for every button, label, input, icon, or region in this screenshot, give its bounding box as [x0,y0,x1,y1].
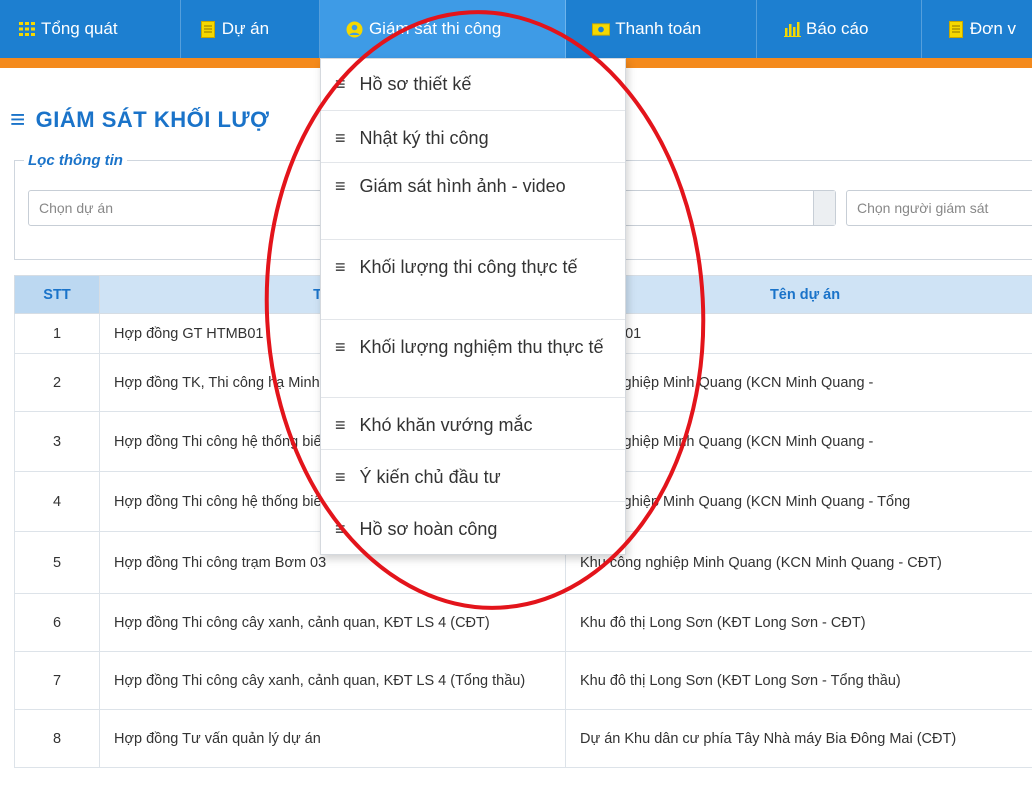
supervisor-select-placeholder: Chọn người giám sát [857,200,989,216]
nav-du-an[interactable]: Dự án [181,0,320,58]
row-stt: 6 [14,593,100,652]
nav-bao-cao[interactable]: Báo cáo [757,0,923,58]
list-icon: ≡ [335,519,346,539]
row-contract-name: Hợp đồng Thi công cây xanh, cảnh quan, K… [99,651,566,710]
nav-label: Thanh toán [615,19,702,38]
nav-thanh-toan[interactable]: Thanh toán [566,0,758,58]
document-icon [948,20,965,38]
row-project-name: Khu công nghiệp Minh Quang (KCN Minh Qua… [565,531,1032,594]
nav-don-vi[interactable]: Đơn v [922,0,1032,58]
menu-item-khoi-luong-nghiem-thu[interactable]: ≡ Khối lượng nghiệm thu thực tế [321,320,625,398]
nav-label: Dự án [221,19,270,38]
row-stt: 1 [14,313,100,354]
list-icon: ≡ [335,257,346,277]
chevron-down-icon [813,191,835,225]
giam-sat-dropdown-menu: ≡ Hồ sơ thiết kế ≡ Nhật ký thi công ≡ Giám … [320,58,626,555]
table-row[interactable]: 6 Hợp đồng Thi công cây xanh, cảnh quan,… [14,593,1032,652]
supervisor-select[interactable]: Chọn người giám sát [846,190,1032,226]
nav-tong-quat[interactable]: Tổng quát [0,0,181,58]
row-stt: 3 [14,411,100,472]
page-title: ≡ GIÁM SÁT KHỐI LƯỢ [10,104,269,135]
menu-item-label: Nhật ký thi công [359,128,489,148]
menu-item-ho-so-hoan-cong[interactable]: ≡ Hồ sơ hoàn công [321,502,625,554]
list-icon: ≡ [335,176,346,196]
menu-item-ho-so-thiet-ke[interactable]: ≡ Hồ sơ thiết kế [321,59,625,111]
row-stt: 8 [14,709,100,768]
nav-label: Báo cáo [806,19,869,38]
row-project-name: HTMB 01 [565,313,1032,354]
menu-item-label: Hồ sơ thiết kế [359,74,472,94]
nav-label: Đơn v [969,19,1017,38]
list-icon: ≡ [335,74,346,94]
row-project-name: công nghiệp Minh Quang (KCN Minh Quang -… [565,471,1032,532]
menu-item-label: Khối lượng nghiệm thu thực tế [359,337,604,357]
grid-icon [18,20,36,38]
bar-chart-icon [783,20,801,38]
row-stt: 4 [14,471,100,532]
menu-item-label: Khó khăn vướng mắc [359,415,533,435]
nav-label: Giám sát thi công [368,19,502,38]
column-header[interactable]: Tên dự án [565,275,1032,314]
row-contract-name: Hợp đồng Thi công cây xanh, cảnh quan, K… [99,593,566,652]
user-circle-icon [346,20,364,38]
page-title-text: GIÁM SÁT KHỐI LƯỢ [35,106,270,132]
menu-item-label: Khối lượng thi công thực tế [359,257,578,277]
row-contract-name: Hợp đồng Tư vấn quản lý dự án [99,709,566,768]
menu-item-khoi-luong-thi-cong[interactable]: ≡ Khối lượng thi công thực tế [321,240,625,320]
menu-item-nhat-ky-thi-cong[interactable]: ≡ Nhật ký thi công [321,111,625,163]
list-icon: ≡ [335,415,346,435]
menu-item-label: Ý kiến chủ đầu tư [359,467,501,487]
list-icon: ≡ [335,467,346,487]
list-icon: ≡ [335,337,346,357]
row-project-name: công nghiệp Minh Quang (KCN Minh Quang - [565,411,1032,472]
money-icon [592,20,611,38]
column-header[interactable]: STT [14,275,100,314]
row-stt: 7 [14,651,100,710]
project-select-placeholder: Chọn dự án [39,200,113,216]
row-project-name: Khu đô thị Long Sơn (KĐT Long Sơn - Tổng… [565,651,1032,710]
menu-item-kho-khan-vuong-mac[interactable]: ≡ Khó khăn vướng mắc [321,398,625,450]
table-row[interactable]: 8 Hợp đồng Tư vấn quản lý dự án Dự án Kh… [14,709,1032,768]
menu-item-label: Giám sát hình ảnh - video [359,176,566,196]
table-row[interactable]: 7 Hợp đồng Thi công cây xanh, cảnh quan,… [14,651,1032,710]
menu-item-giam-sat-hinh-anh-video[interactable]: ≡ Giám sát hình ảnh - video [321,163,625,240]
menu-icon[interactable]: ≡ [10,104,26,135]
menu-item-label: Hồ sơ hoàn công [359,519,498,539]
nav-label: Tổng quát [41,19,118,38]
list-icon: ≡ [335,128,346,148]
document-icon [199,20,217,38]
nav-giam-sat-thi-cong[interactable]: Giám sát thi công [319,0,567,58]
row-stt: 5 [14,531,100,594]
filter-legend: Lọc thông tin [24,152,127,169]
menu-item-y-kien-chu-dau-tu[interactable]: ≡ Ý kiến chủ đầu tư [321,450,625,502]
row-project-name: Dự án Khu dân cư phía Tây Nhà máy Bia Đô… [565,709,1032,768]
row-project-name: Khu đô thị Long Sơn (KĐT Long Sơn - CĐT) [565,593,1032,652]
row-stt: 2 [14,353,100,412]
top-nav: Tổng quát Dự án Giám sát thi công Thanh … [0,0,1032,58]
row-project-name: công nghiệp Minh Quang (KCN Minh Quang - [565,353,1032,412]
